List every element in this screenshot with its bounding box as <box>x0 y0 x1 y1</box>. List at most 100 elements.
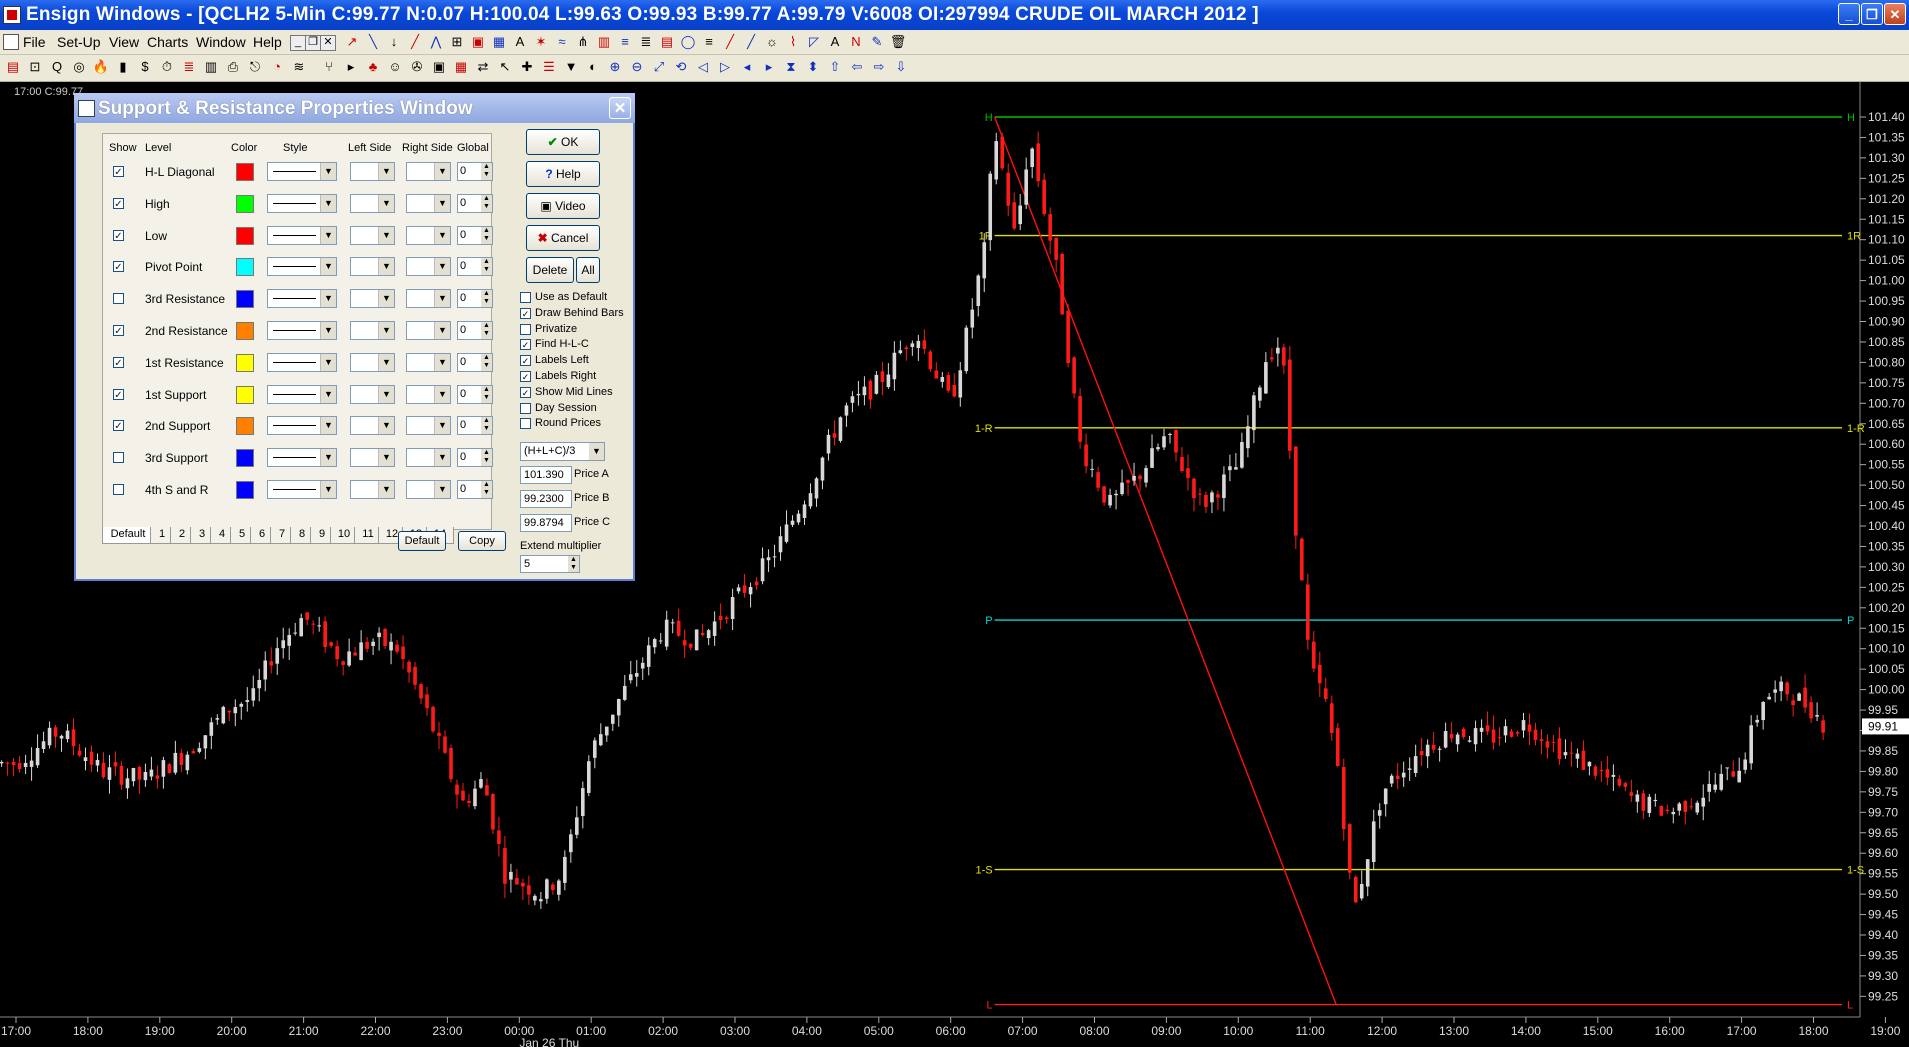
style-select[interactable]: ▼ <box>267 162 337 181</box>
lines-icon[interactable]: ▸ <box>760 58 778 76</box>
tree-icon[interactable]: ♣ <box>364 58 382 76</box>
a-icon[interactable]: ⟲ <box>672 58 690 76</box>
bars-icon[interactable]: ▮ <box>114 58 132 76</box>
pencil2-icon[interactable]: ╱ <box>742 33 760 51</box>
wave-icon[interactable]: ≋ <box>290 58 308 76</box>
ok-button[interactable]: ✔ OK <box>526 129 600 155</box>
show-checkbox[interactable] <box>113 452 124 464</box>
fan-icon[interactable]: ▣ <box>469 33 487 51</box>
style-select[interactable]: ▼ <box>267 225 337 245</box>
circle2-icon[interactable]: ▤ <box>658 33 676 51</box>
run-icon[interactable]: ▸ <box>342 58 360 76</box>
left-side-select[interactable]: ▼ <box>350 225 395 245</box>
option-checkbox[interactable]: ✓ <box>520 307 531 319</box>
camera-icon[interactable]: ☼ <box>763 33 781 51</box>
right-side-select[interactable]: ▼ <box>406 193 451 213</box>
left-side-select[interactable]: ▼ <box>350 289 395 309</box>
tab-default[interactable]: Default <box>102 527 154 544</box>
a-icon[interactable]: ≈ <box>553 33 571 51</box>
line-icon[interactable]: ⋀ <box>427 33 445 51</box>
global-spinner[interactable]: 0 ▲ ▼ <box>457 384 493 404</box>
text-a-icon[interactable]: ◸ <box>805 33 823 51</box>
menu-setup[interactable]: Set-Up <box>57 34 101 50</box>
time-icon[interactable]: ⏱ <box>158 58 176 76</box>
gann-icon[interactable]: ⇧ <box>826 58 844 76</box>
delete-button[interactable]: Delete <box>526 257 574 283</box>
option-checkbox[interactable] <box>520 292 531 303</box>
color-swatch[interactable] <box>236 385 254 404</box>
man-icon[interactable]: ☺ <box>386 58 404 76</box>
curve-icon[interactable]: N <box>847 33 865 51</box>
menu-file[interactable]: File <box>23 34 46 50</box>
arrows-icon[interactable]: ⇄ <box>474 58 492 76</box>
color-swatch[interactable] <box>236 226 254 245</box>
child-restore-button[interactable]: ❐ <box>305 35 321 51</box>
style-select[interactable]: ▼ <box>267 289 337 309</box>
right-side-select[interactable]: ▼ <box>406 225 451 245</box>
show-checkbox[interactable]: ✓ <box>113 388 124 401</box>
camera-icon[interactable]: ⇩ <box>892 58 910 76</box>
show-checkbox[interactable]: ✓ <box>113 197 124 210</box>
right-side-select[interactable]: ▼ <box>406 257 451 277</box>
grid2-icon[interactable]: ⊖ <box>628 58 646 76</box>
dialog-close-button[interactable]: ✕ <box>609 97 631 119</box>
child-minimize-button[interactable]: _ <box>290 35 306 51</box>
color-swatch[interactable] <box>236 481 254 499</box>
show-checkbox[interactable]: ✓ <box>113 420 124 432</box>
global-spinner[interactable]: 0 ▲ ▼ <box>457 480 493 499</box>
right-side-select[interactable]: ▼ <box>406 480 451 499</box>
right-side-select[interactable]: ▼ <box>406 289 451 309</box>
grid-icon[interactable]: ▦ <box>452 58 470 76</box>
close-button[interactable]: ✕ <box>1884 3 1906 25</box>
grid-icon[interactable]: ↗ <box>343 33 361 51</box>
formula-select[interactable]: (H+L+C)/3 ▼ <box>520 442 605 461</box>
show-checkbox[interactable]: ✓ <box>113 261 124 273</box>
fork-icon[interactable]: ⑂ <box>320 58 338 76</box>
global-spinner[interactable]: 0 ▲ ▼ <box>457 162 493 181</box>
style-select[interactable]: ▼ <box>267 416 337 436</box>
global-spinner[interactable]: 0 ▲ ▼ <box>457 289 493 309</box>
default-button[interactable]: Default <box>398 531 446 551</box>
show-checkbox[interactable]: ✓ <box>113 229 124 242</box>
copy-button[interactable]: Copy <box>458 531 506 551</box>
fire-icon[interactable]: 🔥 <box>92 58 110 76</box>
color-swatch[interactable] <box>236 163 254 181</box>
pencil2-icon[interactable]: ⇨ <box>870 58 888 76</box>
arrow-down-icon[interactable]: ▼ <box>562 58 580 76</box>
box-icon[interactable]: ✶ <box>532 33 550 51</box>
pencil-icon[interactable]: ╱ <box>721 33 739 51</box>
menu-help[interactable]: Help <box>253 34 282 50</box>
price-field[interactable]: 101.390 <box>520 466 572 484</box>
print-icon[interactable]: ⎙ <box>224 58 242 76</box>
left-side-select[interactable]: ▼ <box>350 384 395 404</box>
left-side-select[interactable]: ▼ <box>350 321 395 340</box>
global-spinner[interactable]: 0 ▲ ▼ <box>457 225 493 245</box>
right-side-select[interactable]: ▼ <box>406 352 451 372</box>
global-spinner[interactable]: 0 ▲ ▼ <box>457 257 493 277</box>
quote-icon[interactable]: Q <box>48 58 66 76</box>
line-icon[interactable]: ☰ <box>540 58 558 76</box>
clock-icon[interactable]: ◎ <box>70 58 88 76</box>
extend-spinner[interactable]: 5 ▲ ▼ <box>520 555 580 573</box>
arrow-down-icon[interactable]: ⊞ <box>448 33 466 51</box>
show-checkbox[interactable]: ✓ <box>113 166 124 178</box>
right-side-select[interactable]: ▼ <box>406 448 451 468</box>
right-side-select[interactable]: ▼ <box>406 416 451 436</box>
global-spinner[interactable]: 0 ▲ ▼ <box>457 448 493 468</box>
color-swatch[interactable] <box>236 417 254 436</box>
layout-icon[interactable]: ▤ <box>4 58 22 76</box>
price-field[interactable]: 99.8794 <box>520 514 572 532</box>
restore-button[interactable]: ❐ <box>1861 3 1883 25</box>
color-swatch[interactable] <box>236 322 254 340</box>
style-select[interactable]: ▼ <box>267 384 337 404</box>
cross-icon[interactable]: ↖ <box>496 58 514 76</box>
tool-icon[interactable]: 🗑 <box>889 33 907 51</box>
fib-icon[interactable]: ◁ <box>694 58 712 76</box>
color-swatch[interactable] <box>236 449 254 468</box>
option-checkbox[interactable]: ✓ <box>520 386 531 398</box>
cross-icon[interactable]: ↓ <box>385 33 403 51</box>
globe-icon[interactable]: ✇ <box>408 58 426 76</box>
circ2-icon[interactable]: ⬍ <box>804 58 822 76</box>
trash-icon[interactable]: ✎ <box>868 33 886 51</box>
dollar-icon[interactable]: $ <box>136 58 154 76</box>
